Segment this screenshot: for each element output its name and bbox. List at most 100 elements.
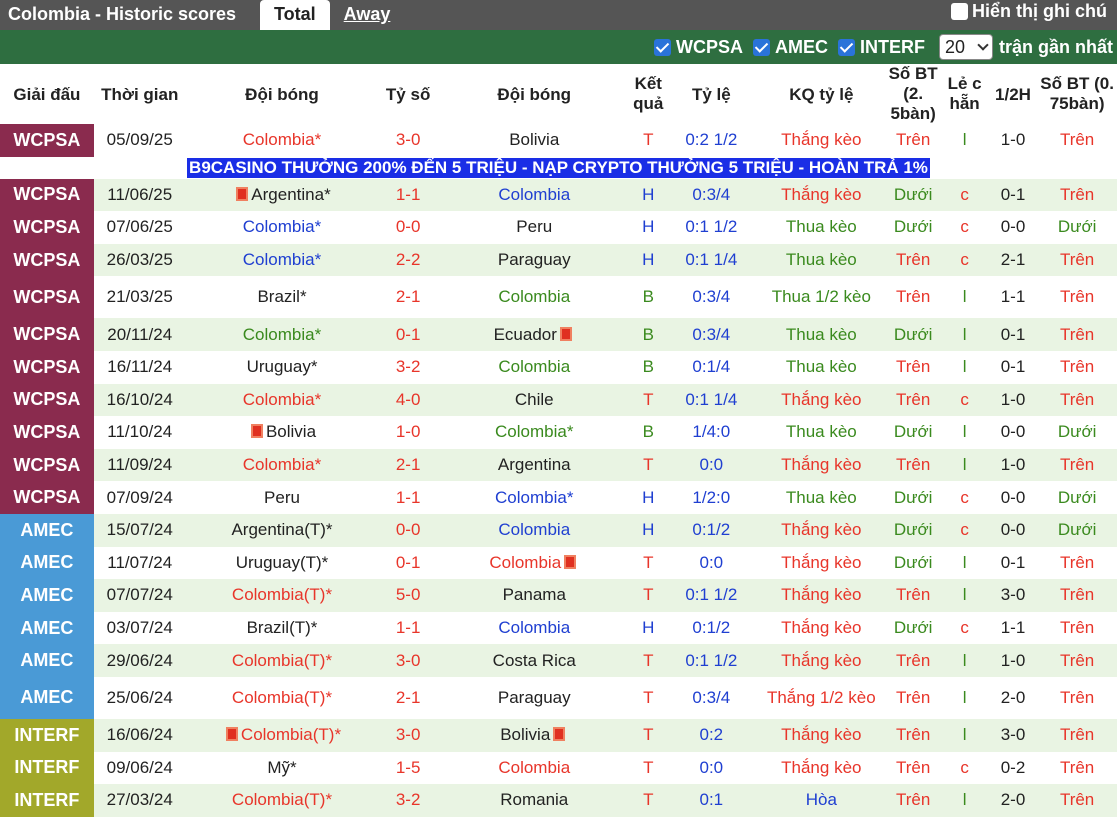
table-row[interactable]: WCPSA 11/06/25 Argentina* 1-1 Colombia H 0:3/4…	[0, 178, 1117, 212]
away-team[interactable]: Paraguay	[437, 676, 631, 719]
league-badge[interactable]: INTERF	[0, 718, 94, 752]
table-row[interactable]: AMEC 11/07/24 Uruguay(T)* 0-1 Colombia T 0:0 Th…	[0, 546, 1117, 580]
ad-banner[interactable]: B9CASINO THƯỞNG 200% ĐẾN 5 TRIỆU - NẠP C…	[187, 157, 930, 178]
match-score[interactable]: 3-0	[378, 644, 438, 677]
home-team[interactable]: Bolivia	[185, 416, 379, 449]
table-row[interactable]: AMEC 15/07/24 Argentina(T)* 0-0 Colombia H 0:1…	[0, 513, 1117, 547]
league-badge[interactable]: WCPSA	[0, 383, 94, 417]
ad-banner-row[interactable]: B9CASINO THƯỞNG 200% ĐẾN 5 TRIỆU - NẠP C…	[0, 156, 1117, 179]
league-badge[interactable]: WCPSA	[0, 448, 94, 482]
home-team[interactable]: Argentina(T)*	[185, 513, 379, 547]
home-team[interactable]: Colombia(T)*	[185, 644, 379, 677]
home-team[interactable]: Uruguay(T)*	[185, 546, 379, 580]
filter-wcpsa[interactable]: WCPSA	[653, 37, 743, 58]
league-badge[interactable]: AMEC	[0, 611, 94, 645]
table-row[interactable]: WCPSA 21/03/25 Brazil* 2-1 Colombia B 0:3/4 Thu…	[0, 276, 1117, 319]
match-score[interactable]: 2-2	[378, 243, 438, 277]
match-score[interactable]: 1-1	[378, 611, 438, 645]
home-team[interactable]: Brazil(T)*	[185, 611, 379, 645]
home-team[interactable]: Argentina*	[185, 178, 379, 212]
table-row[interactable]: WCPSA 26/03/25 Colombia* 2-2 Paraguay H 0:1 1/…	[0, 243, 1117, 277]
table-row[interactable]: WCPSA 16/10/24 Colombia* 4-0 Chile T 0:1 1/4 Th…	[0, 383, 1117, 417]
table-row[interactable]: INTERF 09/06/24 Mỹ* 1-5 Colombia T 0:0 Thắng kè…	[0, 751, 1117, 785]
away-team[interactable]: Colombia	[437, 611, 631, 645]
league-badge[interactable]: INTERF	[0, 751, 94, 785]
checkbox-checked-icon[interactable]	[653, 38, 671, 56]
away-team[interactable]: Colombia	[437, 546, 631, 580]
away-team[interactable]: Argentina	[437, 448, 631, 482]
league-badge[interactable]: WCPSA	[0, 318, 94, 351]
match-score[interactable]: 1-1	[378, 481, 438, 514]
home-team[interactable]: Colombia*	[185, 211, 379, 244]
home-team[interactable]: Colombia(T)*	[185, 676, 379, 719]
table-row[interactable]: AMEC 25/06/24 Colombia(T)* 2-1 Paraguay T 0:3/…	[0, 676, 1117, 719]
league-badge[interactable]: WCPSA	[0, 211, 94, 244]
league-badge[interactable]: WCPSA	[0, 481, 94, 514]
table-row[interactable]: WCPSA 16/11/24 Uruguay* 3-2 Colombia B 0:1/4 Th…	[0, 350, 1117, 384]
away-team[interactable]: Peru	[437, 211, 631, 244]
league-badge[interactable]: AMEC	[0, 676, 94, 719]
match-score[interactable]: 1-5	[378, 751, 438, 785]
league-badge[interactable]: WCPSA	[0, 416, 94, 449]
league-badge[interactable]: AMEC	[0, 546, 94, 580]
table-row[interactable]: AMEC 29/06/24 Colombia(T)* 3-0 Costa Rica T 0:…	[0, 644, 1117, 677]
home-team[interactable]: Colombia(T)*	[185, 718, 379, 752]
checkbox-checked-icon[interactable]	[752, 38, 770, 56]
away-team[interactable]: Ecuador	[437, 318, 631, 351]
away-team[interactable]: Colombia*	[437, 481, 631, 514]
league-badge[interactable]: AMEC	[0, 644, 94, 677]
home-team[interactable]: Colombia(T)*	[185, 784, 379, 817]
table-row[interactable]: WCPSA 05/09/25 Colombia* 3-0 Bolivia T 0:2 1/2…	[0, 124, 1117, 157]
league-badge[interactable]: WCPSA	[0, 350, 94, 384]
league-badge[interactable]: AMEC	[0, 579, 94, 612]
league-badge[interactable]: INTERF	[0, 784, 94, 817]
away-team[interactable]: Paraguay	[437, 243, 631, 277]
table-row[interactable]: WCPSA 07/06/25 Colombia* 0-0 Peru H 0:1 1/2 Thu…	[0, 211, 1117, 244]
table-row[interactable]: INTERF 16/06/24 Colombia(T)* 3-0 Bolivia T 0:2…	[0, 718, 1117, 752]
away-team[interactable]: Colombia	[437, 350, 631, 384]
filter-interf[interactable]: INTERF	[837, 37, 925, 58]
table-row[interactable]: WCPSA 20/11/24 Colombia* 0-1 Ecuador B 0:3/4 Th…	[0, 318, 1117, 351]
tab-away[interactable]: Away	[330, 0, 405, 30]
home-team[interactable]: Colombia*	[185, 243, 379, 277]
match-score[interactable]: 0-1	[378, 546, 438, 580]
match-score[interactable]: 0-1	[378, 318, 438, 351]
home-team[interactable]: Colombia*	[185, 318, 379, 351]
match-score[interactable]: 5-0	[378, 579, 438, 612]
home-team[interactable]: Colombia*	[185, 448, 379, 482]
match-score[interactable]: 3-0	[378, 124, 438, 157]
away-team[interactable]: Bolivia	[437, 718, 631, 752]
away-team[interactable]: Colombia	[437, 276, 631, 319]
league-badge[interactable]: AMEC	[0, 513, 94, 547]
match-score[interactable]: 0-0	[378, 211, 438, 244]
match-score[interactable]: 2-1	[378, 448, 438, 482]
match-score[interactable]: 3-0	[378, 718, 438, 752]
table-row[interactable]: WCPSA 07/09/24 Peru 1-1 Colombia* H 1/2:0 Thua …	[0, 481, 1117, 514]
away-team[interactable]: Colombia	[437, 178, 631, 212]
league-badge[interactable]: WCPSA	[0, 243, 94, 277]
match-score[interactable]: 2-1	[378, 276, 438, 319]
checkbox-checked-icon[interactable]	[837, 38, 855, 56]
home-team[interactable]: Colombia*	[185, 124, 379, 157]
away-team[interactable]: Colombia	[437, 751, 631, 785]
table-row[interactable]: WCPSA 11/09/24 Colombia* 2-1 Argentina T 0:0 Th…	[0, 448, 1117, 482]
away-team[interactable]: Chile	[437, 383, 631, 417]
league-badge[interactable]: WCPSA	[0, 178, 94, 212]
home-team[interactable]: Peru	[185, 481, 379, 514]
table-row[interactable]: INTERF 27/03/24 Colombia(T)* 3-2 Romania T 0:1…	[0, 784, 1117, 817]
away-team[interactable]: Costa Rica	[437, 644, 631, 677]
home-team[interactable]: Mỹ*	[185, 751, 379, 785]
league-badge[interactable]: WCPSA	[0, 276, 94, 319]
home-team[interactable]: Brazil*	[185, 276, 379, 319]
away-team[interactable]: Colombia*	[437, 416, 631, 449]
home-team[interactable]: Colombia*	[185, 383, 379, 417]
match-score[interactable]: 4-0	[378, 383, 438, 417]
match-score[interactable]: 3-2	[378, 350, 438, 384]
home-team[interactable]: Uruguay*	[185, 350, 379, 384]
match-score[interactable]: 0-0	[378, 513, 438, 547]
show-notes-checkbox[interactable]	[951, 3, 968, 20]
table-row[interactable]: AMEC 07/07/24 Colombia(T)* 5-0 Panama T 0:1 1/…	[0, 579, 1117, 612]
home-team[interactable]: Colombia(T)*	[185, 579, 379, 612]
match-score[interactable]: 2-1	[378, 676, 438, 719]
match-score[interactable]: 1-0	[378, 416, 438, 449]
